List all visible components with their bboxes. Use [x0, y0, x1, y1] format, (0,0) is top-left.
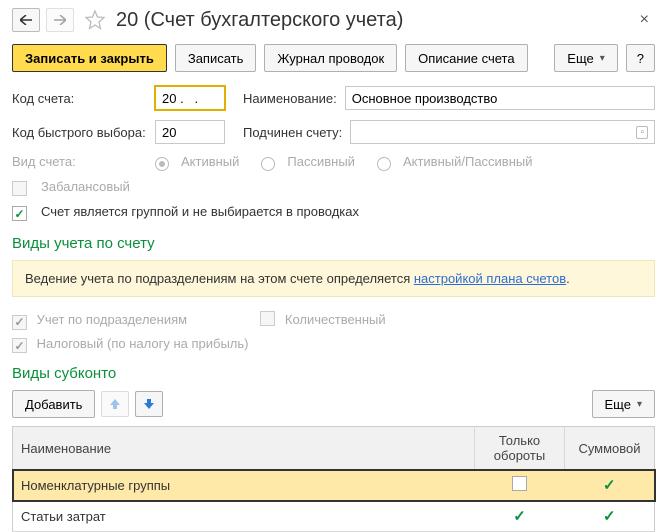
subconto-sum-cell[interactable]: ✓ — [565, 501, 655, 532]
quantity-label: Количественный — [285, 312, 386, 327]
nav-forward-button — [46, 8, 74, 32]
name-label: Наименование: — [243, 91, 337, 106]
move-up-button — [101, 391, 129, 417]
check-icon: ✓ — [513, 508, 526, 525]
by-department-checkbox — [12, 315, 27, 330]
radio-passive-label: Пассивный — [287, 154, 355, 169]
subconto-table[interactable]: Наименование Только обороты Суммовой Ном… — [12, 426, 655, 532]
close-button[interactable]: × — [634, 11, 655, 29]
journal-button[interactable]: Журнал проводок — [264, 44, 397, 72]
quantity-checkbox — [260, 311, 275, 326]
parent-label: Подчинен счету: — [243, 125, 342, 140]
plan-settings-link[interactable]: настройкой плана счетов — [414, 271, 566, 286]
info-text: Ведение учета по подразделениям на этом … — [25, 271, 414, 286]
tax-label: Налоговый (по налогу на прибыль) — [37, 336, 249, 351]
arrow-right-icon — [54, 15, 66, 25]
table-row[interactable]: Номенклатурные группы ✓ — [13, 470, 655, 501]
window-title: 20 (Счет бухгалтерского учета) — [116, 9, 628, 32]
info-bar: Ведение учета по подразделениям на этом … — [12, 260, 655, 297]
subconto-name-cell[interactable]: Статьи затрат — [13, 501, 475, 532]
parent-account-input[interactable]: ▫ — [350, 120, 655, 144]
table-row[interactable]: Статьи затрат ✓ ✓ — [13, 501, 655, 532]
radio-both-label: Активный/Пассивный — [403, 154, 533, 169]
save-button[interactable]: Записать — [175, 44, 257, 72]
by-department-label: Учет по подразделениям — [37, 312, 257, 327]
col-turn-header[interactable]: Только обороты — [475, 427, 565, 470]
check-icon: ✓ — [603, 508, 616, 525]
radio-active-label: Активный — [181, 154, 239, 169]
code-input[interactable] — [155, 86, 225, 110]
is-group-checkbox[interactable] — [12, 206, 27, 221]
subconto-sum-cell[interactable]: ✓ — [565, 470, 655, 501]
more-button[interactable]: Еще — [554, 44, 617, 72]
help-button[interactable]: ? — [626, 44, 655, 72]
col-sum-header[interactable]: Суммовой — [565, 427, 655, 470]
col-name-header[interactable]: Наименование — [13, 427, 475, 470]
subconto-name-cell[interactable]: Номенклатурные группы — [13, 470, 475, 501]
description-button[interactable]: Описание счета — [405, 44, 527, 72]
radio-active — [155, 157, 169, 171]
move-down-button[interactable] — [135, 391, 163, 417]
offbalance-checkbox — [12, 181, 27, 196]
subconto-more-button[interactable]: Еще — [592, 390, 655, 418]
open-icon[interactable]: ▫ — [636, 126, 648, 139]
subconto-title: Виды субконто — [0, 359, 667, 390]
save-close-button[interactable]: Записать и закрыть — [12, 44, 167, 72]
turn-checkbox-icon[interactable] — [512, 476, 527, 491]
check-icon: ✓ — [603, 477, 616, 494]
subconto-turn-cell[interactable] — [475, 470, 565, 501]
add-subconto-button[interactable]: Добавить — [12, 390, 95, 418]
star-icon[interactable] — [84, 9, 106, 31]
subconto-turn-cell[interactable]: ✓ — [475, 501, 565, 532]
code-label: Код счета: — [12, 91, 147, 106]
nav-back-button[interactable] — [12, 8, 40, 32]
arrow-up-icon — [109, 398, 121, 410]
radio-both — [377, 157, 391, 171]
offbalance-label: Забалансовый — [41, 179, 130, 194]
account-type-label: Вид счета: — [12, 154, 147, 169]
accounting-types-title: Виды учета по счету — [0, 229, 667, 260]
arrow-down-icon — [143, 398, 155, 410]
quick-code-input[interactable] — [155, 120, 225, 144]
name-input[interactable] — [345, 86, 655, 110]
arrow-left-icon — [20, 15, 32, 25]
quick-code-label: Код быстрого выбора: — [12, 125, 147, 140]
is-group-label: Счет является группой и не выбирается в … — [41, 204, 359, 219]
tax-checkbox — [12, 338, 27, 353]
radio-passive — [261, 157, 275, 171]
